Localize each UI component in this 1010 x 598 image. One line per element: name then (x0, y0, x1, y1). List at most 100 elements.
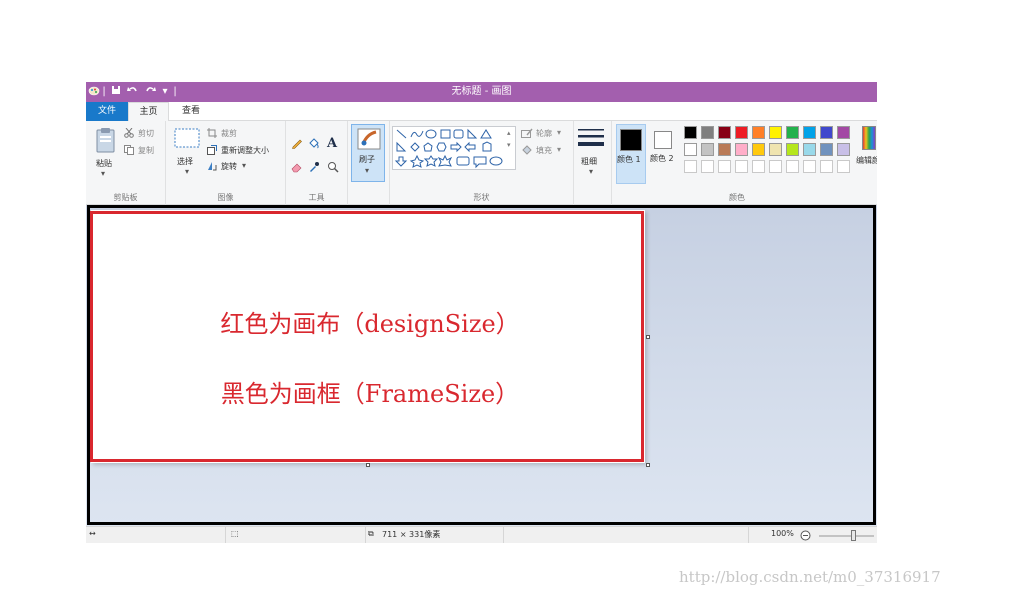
frame-size-annotation: 黑色为画框（FrameSize） (220, 380, 520, 408)
rotate-icon[interactable] (207, 161, 217, 174)
tab-home[interactable]: 主页 (128, 102, 169, 122)
color2-swatch (654, 131, 672, 149)
palette-swatch[interactable] (684, 126, 697, 139)
palette-swatch[interactable] (752, 143, 765, 156)
zoom-slider-track[interactable] (819, 535, 874, 537)
palette-swatch[interactable] (735, 143, 748, 156)
palette-swatch[interactable] (786, 143, 799, 156)
design-size-outline: 红色为画布（designSize） 黑色为画框（FrameSize） (90, 211, 644, 462)
clipboard-group-label: 剪贴板 (113, 193, 138, 202)
paste-button[interactable] (94, 127, 118, 158)
image-size-icon: ⧉ (368, 529, 374, 538)
palette-swatch[interactable] (820, 126, 833, 139)
size-dropdown-icon[interactable]: ▾ (589, 167, 593, 176)
title-bar: | ▾ | 无标题 - 画图 (86, 82, 877, 102)
fill-icon[interactable] (521, 145, 533, 158)
custom-color-slot[interactable] (684, 160, 697, 173)
eraser-icon[interactable] (291, 161, 303, 176)
colors-group: 颜色 1 颜色 2 编辑颜色 颜色 (612, 121, 877, 205)
shapes-scroll-up-icon[interactable]: ▴ (507, 129, 511, 137)
palette-swatch[interactable] (769, 143, 782, 156)
resize-label[interactable]: 重新调整大小 (221, 145, 269, 156)
image-group-label: 图像 (217, 193, 234, 202)
custom-color-slot[interactable] (769, 160, 782, 173)
custom-color-slot[interactable] (803, 160, 816, 173)
palette-swatch[interactable] (803, 143, 816, 156)
color1-label: 颜色 1 (617, 155, 641, 164)
design-size-annotation: 红色为画布（designSize） (220, 310, 520, 338)
palette-swatch[interactable] (803, 126, 816, 139)
zoom-slider-thumb[interactable] (851, 530, 856, 541)
outline-label[interactable]: 轮廓 (536, 128, 552, 139)
palette-swatch[interactable] (701, 126, 714, 139)
shapes-scroll-down-icon[interactable]: ▾ (507, 141, 511, 149)
brushes-dropdown-icon: ▾ (365, 166, 370, 175)
colors-group-label: 颜色 (729, 193, 745, 202)
custom-color-slot[interactable] (752, 160, 765, 173)
palette-swatch[interactable] (684, 143, 697, 156)
color1-button[interactable]: 颜色 1 (616, 124, 646, 184)
tab-file[interactable]: 文件 (86, 102, 128, 121)
pencil-icon[interactable] (291, 137, 303, 152)
select-dropdown-icon[interactable]: ▾ (185, 167, 189, 176)
fill-label[interactable]: 填充 (536, 145, 552, 156)
size-group: 粗细 ▾ (574, 121, 612, 205)
custom-color-slot[interactable] (701, 160, 714, 173)
crop-icon[interactable] (207, 128, 217, 141)
palette-swatch[interactable] (752, 126, 765, 139)
resize-icon[interactable] (207, 145, 217, 158)
text-tool-icon[interactable]: A (327, 136, 337, 151)
zoom-out-icon[interactable] (800, 530, 811, 543)
tools-group-label: 工具 (308, 193, 325, 202)
image-group: 选择 ▾ 裁剪 重新调整大小 旋转 ▾ 图像 (166, 121, 286, 205)
size-lines-icon[interactable] (577, 127, 605, 154)
palette-swatch[interactable] (718, 143, 731, 156)
tab-view[interactable]: 查看 (171, 102, 211, 121)
color2-button[interactable]: 颜色 2 (650, 124, 680, 184)
custom-color-slot[interactable] (718, 160, 731, 173)
paste-dropdown-icon[interactable]: ▾ (101, 169, 105, 178)
palette-swatch[interactable] (786, 126, 799, 139)
brushes-button[interactable]: 刷子 ▾ (351, 124, 385, 182)
select-button[interactable] (173, 127, 201, 154)
fill-dropdown-icon[interactable]: ▾ (557, 145, 561, 154)
custom-color-slot[interactable] (837, 160, 850, 173)
outline-icon[interactable] (521, 128, 533, 141)
copy-icon[interactable] (124, 145, 134, 158)
rotate-dropdown-icon[interactable]: ▾ (242, 161, 246, 170)
magnifier-icon[interactable] (327, 161, 339, 176)
rotate-label[interactable]: 旋转 (221, 161, 237, 172)
custom-color-slot[interactable] (820, 160, 833, 173)
status-file-size (504, 527, 749, 543)
size-label: 粗细 (581, 157, 597, 166)
ribbon: 粘贴 ▾ 剪切 复制 剪贴板 选择 ▾ 裁剪 重新调整大小 旋转 ▾ 图像 A … (86, 121, 877, 205)
color-picker-icon[interactable] (308, 161, 320, 176)
palette-swatch[interactable] (837, 126, 850, 139)
copy-label[interactable]: 复制 (138, 145, 154, 156)
palette-swatch[interactable] (769, 126, 782, 139)
palette-swatch[interactable] (718, 126, 731, 139)
outline-dropdown-icon[interactable]: ▾ (557, 128, 561, 137)
custom-color-slot[interactable] (786, 160, 799, 173)
fill-bucket-icon[interactable] (308, 137, 320, 152)
palette-swatch[interactable] (735, 126, 748, 139)
status-image-size: ⧉ 711 × 331像素 (366, 527, 504, 543)
edit-colors-label[interactable]: 编辑颜色 (856, 155, 877, 166)
status-selection-size: ⬚ (226, 527, 366, 543)
edit-colors-icon[interactable] (862, 126, 876, 150)
status-cursor-position: ↔ (86, 527, 226, 543)
tools-group: A 工具 (286, 121, 348, 205)
ribbon-tab-bar: 文件 主页 查看 (86, 102, 877, 122)
cut-icon[interactable] (124, 127, 134, 141)
shapes-gallery[interactable] (392, 126, 516, 170)
palette-swatch[interactable] (701, 143, 714, 156)
window-title: 无标题 - 画图 (451, 86, 512, 97)
custom-color-slot[interactable] (735, 160, 748, 173)
image-size-text: 711 × 331像素 (382, 530, 441, 539)
shapes-group: ▴ ▾ 轮廓 ▾ 填充 ▾ 形状 (390, 121, 574, 205)
crop-label[interactable]: 裁剪 (221, 128, 237, 139)
selection-icon: ⬚ (231, 529, 239, 538)
palette-swatch[interactable] (820, 143, 833, 156)
cut-label[interactable]: 剪切 (138, 128, 154, 139)
palette-swatch[interactable] (837, 143, 850, 156)
